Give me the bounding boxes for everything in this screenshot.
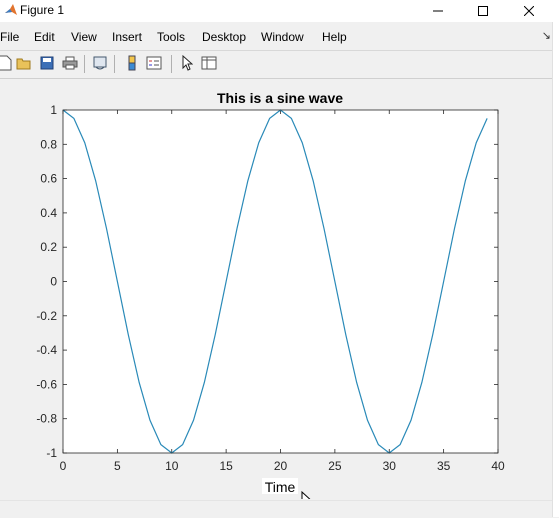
y-tick-label: -0.4 — [36, 343, 57, 357]
y-tick-label: 0.2 — [40, 240, 57, 254]
maximize-button[interactable] — [460, 0, 506, 22]
property-inspector-button[interactable] — [200, 54, 218, 72]
pointer-icon — [182, 55, 193, 71]
x-tick-label: 10 — [165, 459, 179, 473]
menu-view[interactable]: View — [71, 30, 97, 44]
new-figure-button[interactable] — [0, 54, 14, 72]
colorbar-icon — [128, 55, 136, 71]
x-axis-label: Time — [265, 479, 296, 495]
x-tick-label: 0 — [60, 459, 67, 473]
legend-icon — [146, 56, 162, 70]
menu-window[interactable]: Window — [261, 30, 304, 44]
y-tick-label: -0.8 — [36, 412, 57, 426]
new-figure-icon — [0, 55, 12, 71]
menu-desktop[interactable]: Desktop — [202, 30, 246, 44]
figure-canvas: 1 0.8 0.6 0.4 0.2 0 -0.2 -0.4 -0.6 -0.8 -1 0 5 10 15 2… — [0, 79, 552, 499]
axes-background[interactable] — [63, 110, 498, 453]
save-button[interactable] — [38, 54, 56, 72]
x-tick-label: 30 — [383, 459, 397, 473]
minimize-icon — [433, 10, 443, 12]
y-tick-label: -0.2 — [36, 309, 57, 323]
y-tick-label: 0 — [50, 275, 57, 289]
colorbar-button[interactable] — [123, 54, 141, 72]
pointer-button[interactable] — [178, 54, 196, 72]
menu-file[interactable]: File — [0, 30, 19, 44]
y-tick-label: -0.6 — [36, 377, 57, 391]
toolbar-separator — [171, 55, 172, 73]
window-right-border — [552, 22, 559, 517]
link-plot-icon — [93, 56, 107, 70]
y-tick-label: 1 — [50, 103, 57, 117]
close-icon — [524, 6, 534, 16]
menu-tools[interactable]: Tools — [157, 30, 185, 44]
matlab-logo-icon — [5, 4, 17, 15]
x-tick-label: 15 — [219, 459, 233, 473]
legend-button[interactable] — [145, 54, 163, 72]
save-icon — [40, 56, 54, 70]
window-title: Figure 1 — [20, 3, 65, 17]
x-tick-label: 40 — [491, 459, 505, 473]
x-tick-label: 20 — [274, 459, 288, 473]
x-tick-label: 25 — [328, 459, 342, 473]
sine-plot: 1 0.8 0.6 0.4 0.2 0 -0.2 -0.4 -0.6 -0.8 -1 0 5 10 15 2… — [36, 90, 505, 499]
menu-help[interactable]: Help — [322, 30, 347, 44]
menu-edit[interactable]: Edit — [34, 30, 55, 44]
dock-arrow-icon[interactable]: ↘ — [542, 29, 551, 42]
toolbar-separator — [84, 55, 85, 73]
figure-toolbar — [0, 50, 559, 79]
print-button[interactable] — [61, 54, 79, 72]
menu-bar: File Edit View Insert Tools Desktop Wind… — [0, 26, 559, 48]
print-icon — [62, 56, 78, 70]
open-file-icon — [16, 58, 31, 70]
y-tick-label: 0.6 — [40, 172, 57, 186]
mouse-cursor-icon — [301, 490, 311, 499]
title-bar: Figure 1 — [0, 0, 559, 22]
maximize-icon — [478, 6, 488, 16]
open-file-button[interactable] — [15, 54, 33, 72]
chart-title: This is a sine wave — [217, 90, 343, 106]
y-tick-label: 0.8 — [40, 137, 57, 151]
toolbar-separator — [114, 55, 115, 73]
minimize-button[interactable] — [415, 0, 461, 22]
menu-insert[interactable]: Insert — [112, 30, 142, 44]
close-button[interactable] — [506, 0, 552, 22]
property-inspector-icon — [201, 56, 217, 70]
figure-window: Figure 1 File Edit View Insert Tools Des… — [0, 0, 559, 518]
x-tick-label: 5 — [114, 459, 121, 473]
link-plot-button[interactable] — [91, 54, 109, 72]
x-tick-label: 35 — [437, 459, 451, 473]
window-bottom-border — [0, 500, 552, 518]
y-tick-label: -1 — [46, 446, 57, 460]
y-tick-label: 0.4 — [40, 206, 57, 220]
